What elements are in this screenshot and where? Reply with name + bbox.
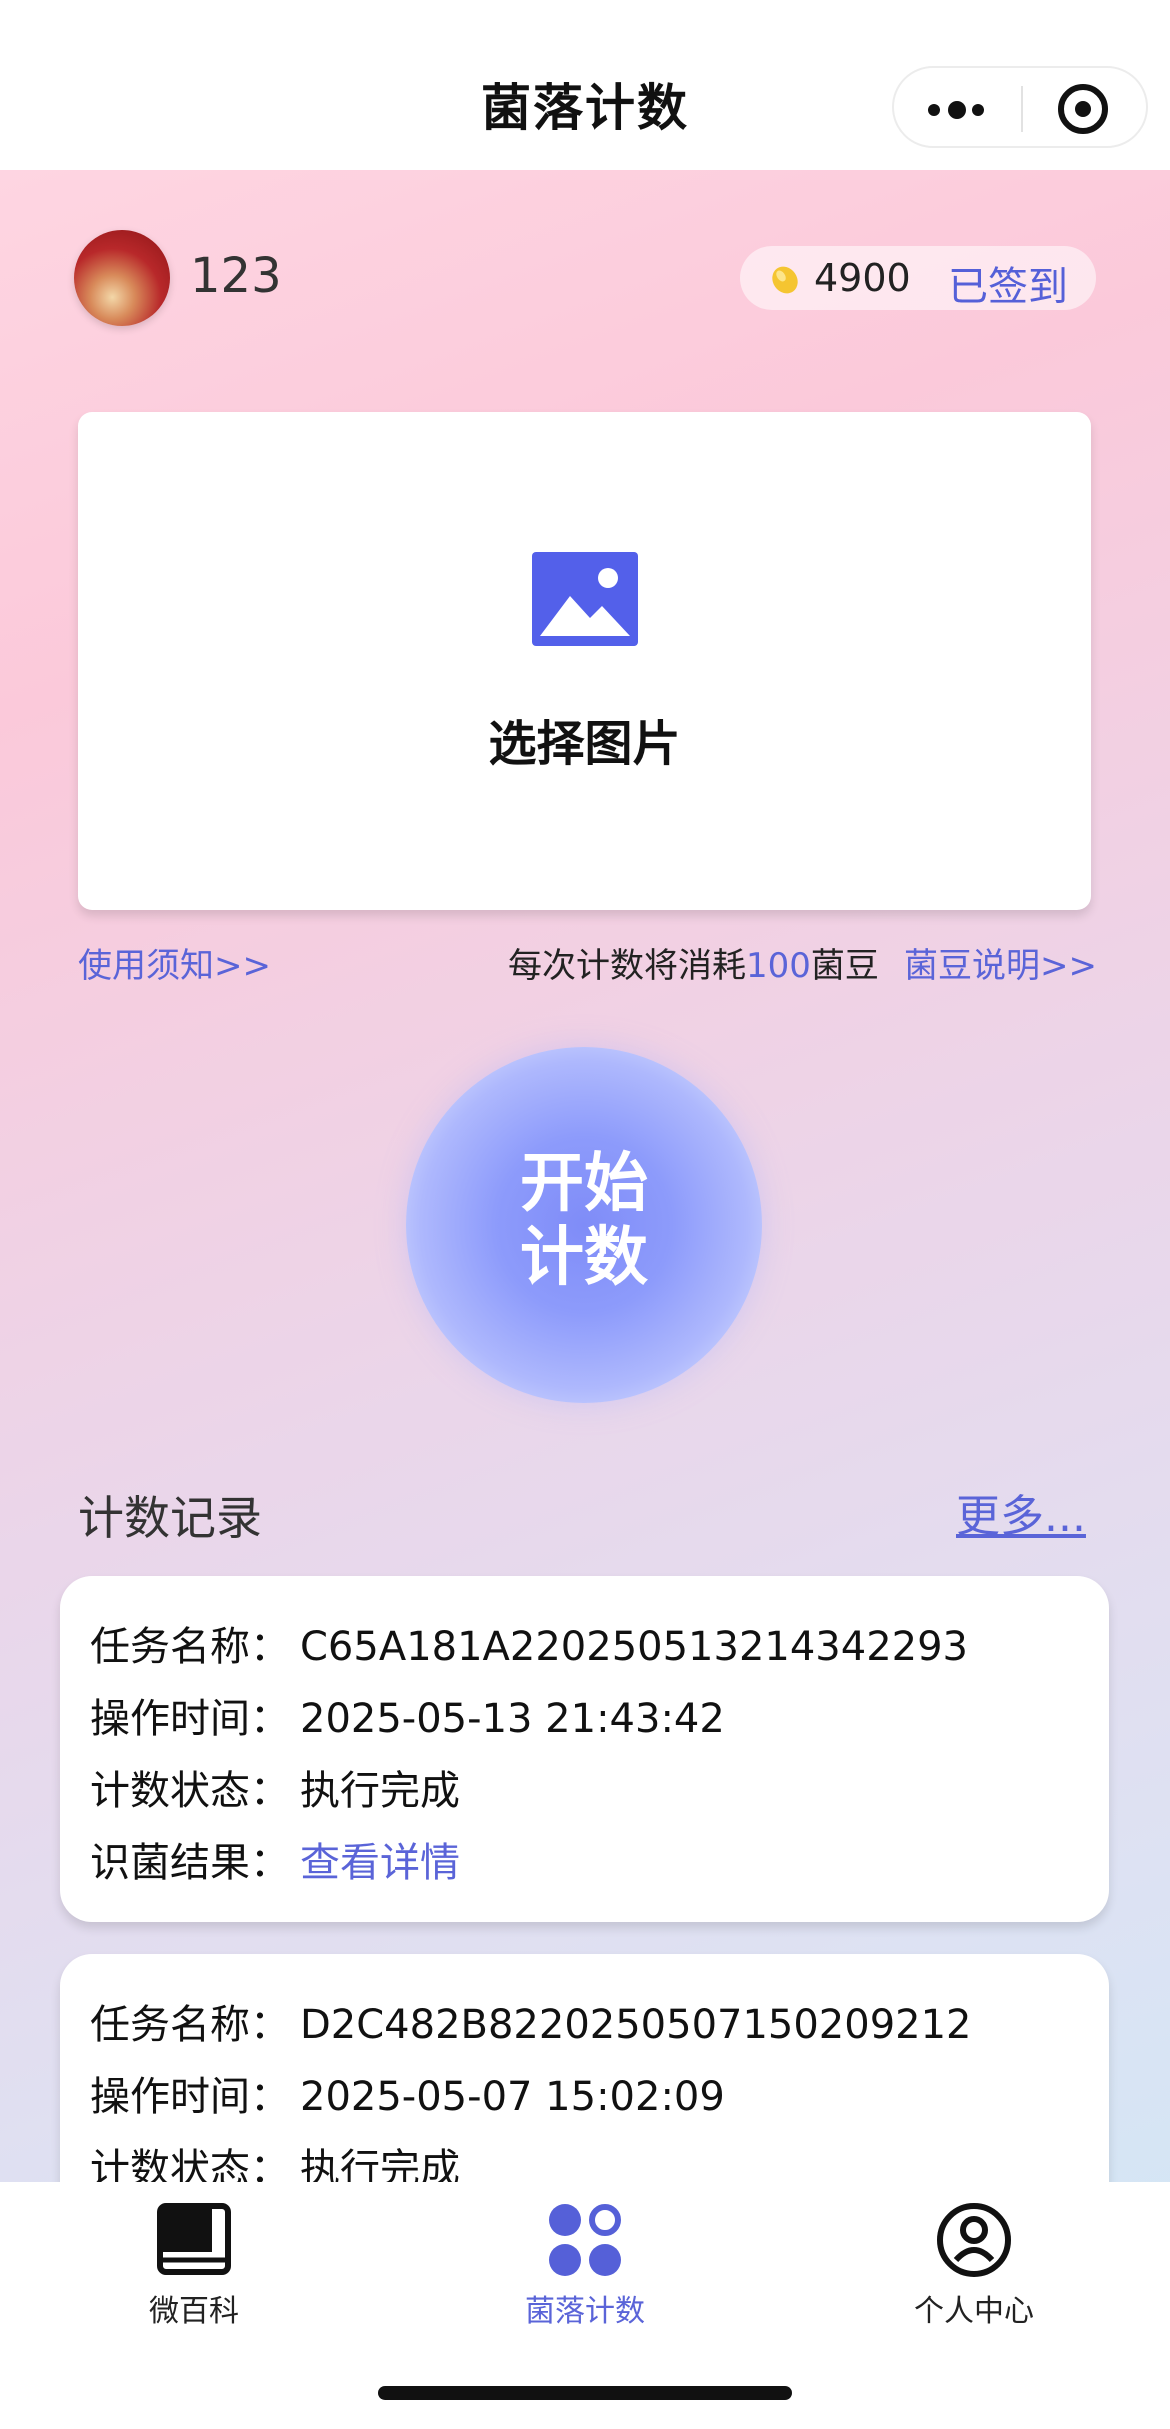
consume-prefix: 每次计数将消耗	[508, 946, 746, 986]
tab-wiki[interactable]: 微百科	[74, 2196, 314, 2336]
view-details-link[interactable]: 查看详情	[300, 1840, 460, 1886]
record-task-row: 任务名称： C65A181A220250513214342293	[90, 1614, 968, 1672]
mini-program-capsule	[892, 66, 1148, 148]
record-task-row: 任务名称： D2C482B8220250507150209212	[90, 1992, 972, 2050]
records-title: 计数记录	[78, 1491, 262, 1545]
record-status-row: 计数状态： 执行完成	[90, 1758, 460, 1816]
more-dots-icon[interactable]	[928, 98, 988, 120]
record-card[interactable]: 任务名称： D2C482B8220250507150209212 操作时间： 202…	[60, 1954, 1109, 2214]
more-records-link[interactable]: 更多...	[956, 1480, 1086, 1544]
time-label: 操作时间：	[90, 2074, 290, 2120]
tab-profile-label: 个人中心	[914, 2294, 1034, 2329]
consume-suffix: 菌豆	[810, 946, 879, 986]
start-count-line-2: 计数	[520, 1221, 648, 1295]
result-label: 识菌结果：	[90, 1840, 290, 1886]
task-name: D2C482B8220250507150209212	[300, 2002, 972, 2048]
colony-icon	[549, 2204, 621, 2276]
capsule-divider	[1021, 86, 1023, 132]
sign-in-status[interactable]: 已签到	[948, 254, 1068, 312]
start-count-button[interactable]: 开始 计数	[406, 1047, 762, 1403]
coin-count: 4900	[814, 256, 911, 300]
user-icon	[937, 2203, 1011, 2277]
image-icon	[532, 552, 638, 646]
bean-icon	[772, 266, 798, 294]
task-label: 任务名称：	[90, 2002, 290, 2048]
tab-wiki-label: 微百科	[149, 2294, 239, 2329]
select-image-card[interactable]: 选择图片	[78, 412, 1091, 910]
record-card[interactable]: 任务名称： C65A181A220250513214342293 操作时间： 202…	[60, 1576, 1109, 1922]
coin-balance-pill: 4900 已签到	[740, 246, 1096, 310]
tab-colony-count[interactable]: 菌落计数	[465, 2196, 705, 2336]
select-image-label: 选择图片	[488, 716, 681, 772]
record-time-row: 操作时间： 2025-05-13 21:43:42	[90, 1686, 725, 1744]
consume-amount: 100	[746, 946, 811, 986]
home-indicator	[378, 2386, 792, 2400]
target-icon[interactable]	[1058, 84, 1108, 134]
username: 123	[190, 248, 282, 304]
count-status: 执行完成	[300, 1768, 460, 1814]
record-time-row: 操作时间： 2025-05-07 15:02:09	[90, 2064, 725, 2122]
operation-time: 2025-05-07 15:02:09	[300, 2074, 725, 2120]
avatar[interactable]	[74, 230, 170, 326]
book-icon	[157, 2203, 231, 2275]
time-label: 操作时间：	[90, 1696, 290, 1742]
task-name: C65A181A220250513214342293	[300, 1624, 968, 1670]
nav-bar: 菌落计数	[0, 0, 1170, 170]
start-count-label: 开始 计数	[406, 1147, 762, 1295]
consume-notice: 每次计数将消耗100菌豆	[508, 938, 879, 987]
usage-notice-link[interactable]: 使用须知>>	[78, 938, 271, 987]
start-count-line-1: 开始	[520, 1147, 648, 1221]
tab-profile[interactable]: 个人中心	[854, 2196, 1094, 2336]
operation-time: 2025-05-13 21:43:42	[300, 1696, 725, 1742]
record-result-row: 识菌结果： 查看详情	[90, 1830, 460, 1888]
tab-colony-count-label: 菌落计数	[525, 2294, 645, 2329]
task-label: 任务名称：	[90, 1624, 290, 1670]
status-label: 计数状态：	[90, 1768, 290, 1814]
bean-explanation-link[interactable]: 菌豆说明>>	[904, 938, 1097, 987]
